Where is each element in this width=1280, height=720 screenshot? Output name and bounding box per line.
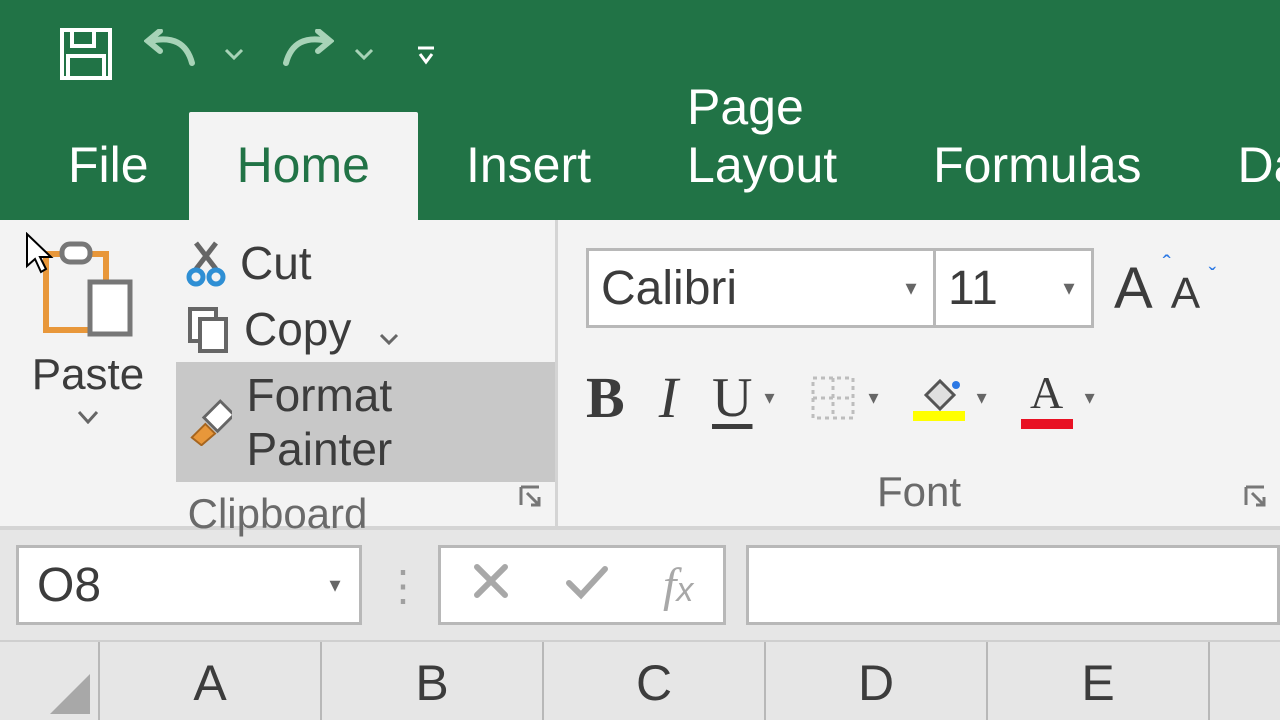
font-name-value: Calibri: [589, 261, 889, 316]
format-painter-label: Format Painter: [246, 368, 541, 476]
formula-input[interactable]: [746, 545, 1280, 625]
copy-dropdown-icon[interactable]: [379, 302, 399, 356]
chevron-down-icon[interactable]: ▾: [1047, 275, 1091, 301]
column-headers: A B C D E: [0, 640, 1280, 720]
paste-dropdown-icon[interactable]: [77, 410, 99, 429]
redo-dropdown-icon[interactable]: [354, 48, 374, 60]
borders-button[interactable]: ▾: [809, 374, 879, 422]
underline-button[interactable]: U ▾: [712, 366, 775, 430]
tab-formulas[interactable]: Formulas: [885, 112, 1189, 220]
name-box[interactable]: O8 ▾: [16, 545, 362, 625]
redo-button[interactable]: [274, 29, 374, 79]
ribbon-tabs: File Home Insert Page Layout Formulas Da…: [0, 108, 1280, 220]
chevron-down-icon[interactable]: ▾: [977, 385, 987, 410]
tab-page-layout[interactable]: Page Layout: [639, 54, 885, 220]
scissors-icon: [186, 239, 226, 287]
font-group-label: Font: [558, 460, 1280, 526]
copy-icon: [186, 305, 230, 353]
font-color-swatch: [1021, 419, 1073, 429]
vertical-grip-icon[interactable]: ⋮: [382, 561, 418, 610]
tab-insert[interactable]: Insert: [418, 112, 639, 220]
chevron-down-icon[interactable]: ▾: [869, 385, 879, 410]
fill-color-button[interactable]: ▾: [913, 375, 987, 421]
cut-label: Cut: [240, 236, 312, 290]
clipboard-group-label: Clipboard: [0, 482, 555, 548]
undo-dropdown-icon[interactable]: [224, 48, 244, 60]
chevron-down-icon[interactable]: ▾: [764, 385, 774, 410]
cancel-edit-button[interactable]: [471, 558, 511, 613]
column-header[interactable]: A: [100, 642, 322, 720]
copy-label: Copy: [244, 302, 351, 356]
increase-font-size-button[interactable]: Aˆ: [1114, 255, 1153, 322]
column-header[interactable]: D: [766, 642, 988, 720]
column-header[interactable]: B: [322, 642, 544, 720]
font-size-combo[interactable]: 11 ▾: [936, 248, 1094, 328]
font-color-button[interactable]: A ▾: [1021, 366, 1095, 429]
group-font: Calibri ▾ 11 ▾ Aˆ Aˇ B I U ▾: [558, 220, 1280, 526]
up-caret-icon: ˆ: [1163, 251, 1171, 279]
chevron-down-icon[interactable]: ▾: [1085, 385, 1095, 410]
font-size-value: 11: [936, 261, 1047, 316]
tab-home[interactable]: Home: [189, 112, 418, 220]
name-box-value: O8: [19, 558, 311, 613]
borders-icon: [809, 374, 857, 422]
paintbrush-icon: [186, 398, 232, 446]
bold-button[interactable]: B: [586, 364, 625, 431]
cut-button[interactable]: Cut: [176, 230, 555, 296]
clipboard-launcher-icon[interactable]: [517, 483, 543, 514]
copy-button[interactable]: Copy: [176, 296, 555, 362]
ribbon-home: Paste Cut: [0, 220, 1280, 530]
fill-color-swatch: [913, 411, 965, 421]
group-clipboard: Paste Cut: [0, 220, 558, 526]
font-launcher-icon[interactable]: [1242, 483, 1268, 514]
bucket-icon: [916, 375, 962, 411]
select-all-corner[interactable]: [0, 642, 100, 720]
decrease-font-size-button[interactable]: Aˇ: [1171, 269, 1200, 319]
insert-function-button[interactable]: fx: [663, 558, 693, 613]
chevron-down-icon[interactable]: ▾: [889, 275, 933, 301]
italic-button[interactable]: I: [659, 364, 678, 431]
font-name-combo[interactable]: Calibri ▾: [586, 248, 936, 328]
confirm-edit-button[interactable]: [565, 558, 609, 612]
paste-label: Paste: [32, 350, 145, 400]
tab-file[interactable]: File: [34, 112, 189, 220]
column-header[interactable]: C: [544, 642, 766, 720]
chevron-down-icon[interactable]: ▾: [311, 572, 359, 598]
format-painter-button[interactable]: Format Painter: [176, 362, 555, 482]
tab-data[interactable]: Data: [1190, 112, 1280, 220]
customize-qat-button[interactable]: [414, 42, 438, 66]
undo-button[interactable]: [144, 29, 244, 79]
down-caret-icon: ˇ: [1209, 263, 1216, 289]
save-button[interactable]: [58, 26, 114, 82]
mouse-cursor-icon: [24, 232, 60, 281]
column-header[interactable]: E: [988, 642, 1210, 720]
